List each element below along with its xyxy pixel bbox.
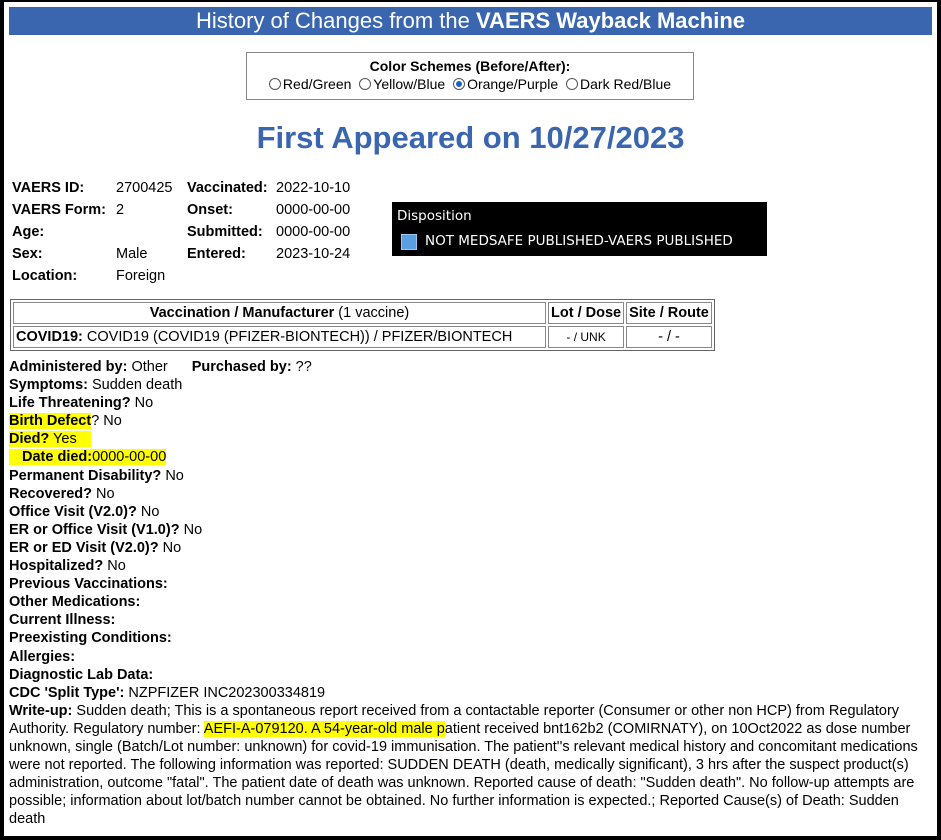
title-prefix: History of Changes from the: [196, 8, 477, 33]
er-ed-visit-line: ER or ED Visit (V2.0)? No: [9, 539, 182, 556]
color-scheme-selector: Color Schemes (Before/After): Red/Green …: [246, 52, 694, 100]
site-route-column-header: Site / Route: [626, 302, 712, 324]
symptoms-line: Symptoms: Sudden death: [9, 377, 183, 394]
table-row: COVID19: COVID19 (COVID19 (PFIZER-BIONTE…: [13, 326, 712, 348]
radio-button-selected-icon[interactable]: [453, 78, 466, 90]
title-bold: VAERS Wayback Machine: [476, 8, 745, 33]
onset-value: 0000-00-00: [276, 202, 351, 218]
vaers-form-label: VAERS Form:: [12, 202, 106, 218]
administered-by-line: Administered by: Other Purchased by: ??: [9, 359, 312, 375]
radio-button-icon[interactable]: [359, 78, 372, 90]
split-type-line: CDC 'Split Type': NZPFIZER INC2023003348…: [9, 684, 326, 701]
age-label: Age:: [12, 224, 45, 240]
page-title-bar: History of Changes from the VAERS Waybac…: [9, 7, 932, 35]
recovered-line: Recovered? No: [9, 485, 115, 502]
vaccination-table-header: Vaccination / Manufacturer (1 vaccine) L…: [13, 302, 712, 324]
write-up-highlight: AEFI-A-079120. A 54-year-old male p: [203, 720, 445, 737]
submitted-value: 0000-00-00: [276, 224, 351, 240]
hospitalized-line: Hospitalized? No: [9, 558, 126, 575]
life-threatening-line: Life Threatening? No: [9, 395, 154, 412]
scheme-option-dark-red-blue[interactable]: Dark Red/Blue: [566, 76, 671, 92]
report-details: Administered by: Other Purchased by: ?? S…: [9, 358, 934, 828]
report-page: History of Changes from the VAERS Waybac…: [4, 2, 937, 836]
vaers-id-value: 2700425: [116, 180, 173, 196]
scheme-option-yellow-blue[interactable]: Yellow/Blue: [359, 76, 445, 92]
current-illness-line: Current Illness:: [9, 612, 116, 629]
scheme-label: Orange/Purple: [467, 76, 559, 92]
site-route-cell: - / -: [626, 326, 712, 348]
preexisting-conditions-line: Preexisting Conditions:: [9, 630, 172, 647]
vaccine-cell: COVID19: COVID19 (COVID19 (PFIZER-BIONTE…: [13, 326, 546, 348]
lot-dose-column-header: Lot / Dose: [548, 302, 625, 324]
diagnostic-lab-line: Diagnostic Lab Data:: [9, 666, 154, 683]
onset-label: Onset:: [187, 202, 233, 218]
disposition-heading: Disposition: [397, 208, 472, 224]
birth-defect-line: Birth Defect? No: [9, 413, 122, 430]
color-scheme-heading: Color Schemes (Before/After):: [369, 58, 571, 74]
disposition-box: Disposition NOT MEDSAFE PUBLISHED-VAERS …: [392, 202, 767, 256]
location-value: Foreign: [116, 268, 166, 284]
entered-label: Entered:: [187, 246, 246, 262]
other-medications-line: Other Medications:: [9, 594, 141, 611]
location-label: Location:: [12, 268, 78, 284]
radio-button-icon[interactable]: [268, 78, 281, 90]
scheme-option-red-green[interactable]: Red/Green: [268, 76, 352, 92]
vaers-form-value: 2: [116, 202, 125, 218]
sex-label: Sex:: [12, 246, 43, 262]
vaccination-table: Vaccination / Manufacturer (1 vaccine) L…: [10, 299, 715, 351]
vaccinated-label: Vaccinated:: [187, 180, 268, 196]
disposition-color-swatch-icon: [401, 234, 417, 250]
disposition-value: NOT MEDSAFE PUBLISHED-VAERS PUBLISHED: [425, 233, 733, 249]
vaers-id-label: VAERS ID:: [12, 180, 85, 196]
lot-dose-cell: - / UNK: [548, 326, 625, 348]
previous-vaccinations-line: Previous Vaccinations:: [9, 576, 168, 593]
entered-value: 2023-10-24: [276, 246, 351, 262]
sex-value: Male: [116, 246, 148, 262]
office-visit-line: Office Visit (V2.0)? No: [9, 503, 160, 520]
scheme-label: Red/Green: [282, 76, 352, 92]
vaccination-column-header: Vaccination / Manufacturer (1 vaccine): [13, 302, 546, 324]
first-appeared-heading: First Appeared on 10/27/2023: [256, 120, 685, 155]
permanent-disability-line: Permanent Disability? No: [9, 467, 184, 484]
submitted-label: Submitted:: [187, 224, 263, 240]
date-died-line: Date died:0000-00-00: [9, 448, 934, 466]
radio-button-icon[interactable]: [566, 78, 579, 90]
write-up: Write-up: Sudden death; This is a sponta…: [9, 702, 918, 828]
scheme-label: Dark Red/Blue: [580, 76, 672, 92]
allergies-line: Allergies:: [9, 648, 76, 665]
scheme-label: Yellow/Blue: [373, 76, 446, 92]
vaccinated-value: 2022-10-10: [276, 180, 351, 196]
er-office-visit-line: ER or Office Visit (V1.0)? No: [9, 521, 203, 538]
scheme-option-orange-purple[interactable]: Orange/Purple: [453, 76, 558, 92]
died-line: Died? Yes: [9, 430, 934, 448]
